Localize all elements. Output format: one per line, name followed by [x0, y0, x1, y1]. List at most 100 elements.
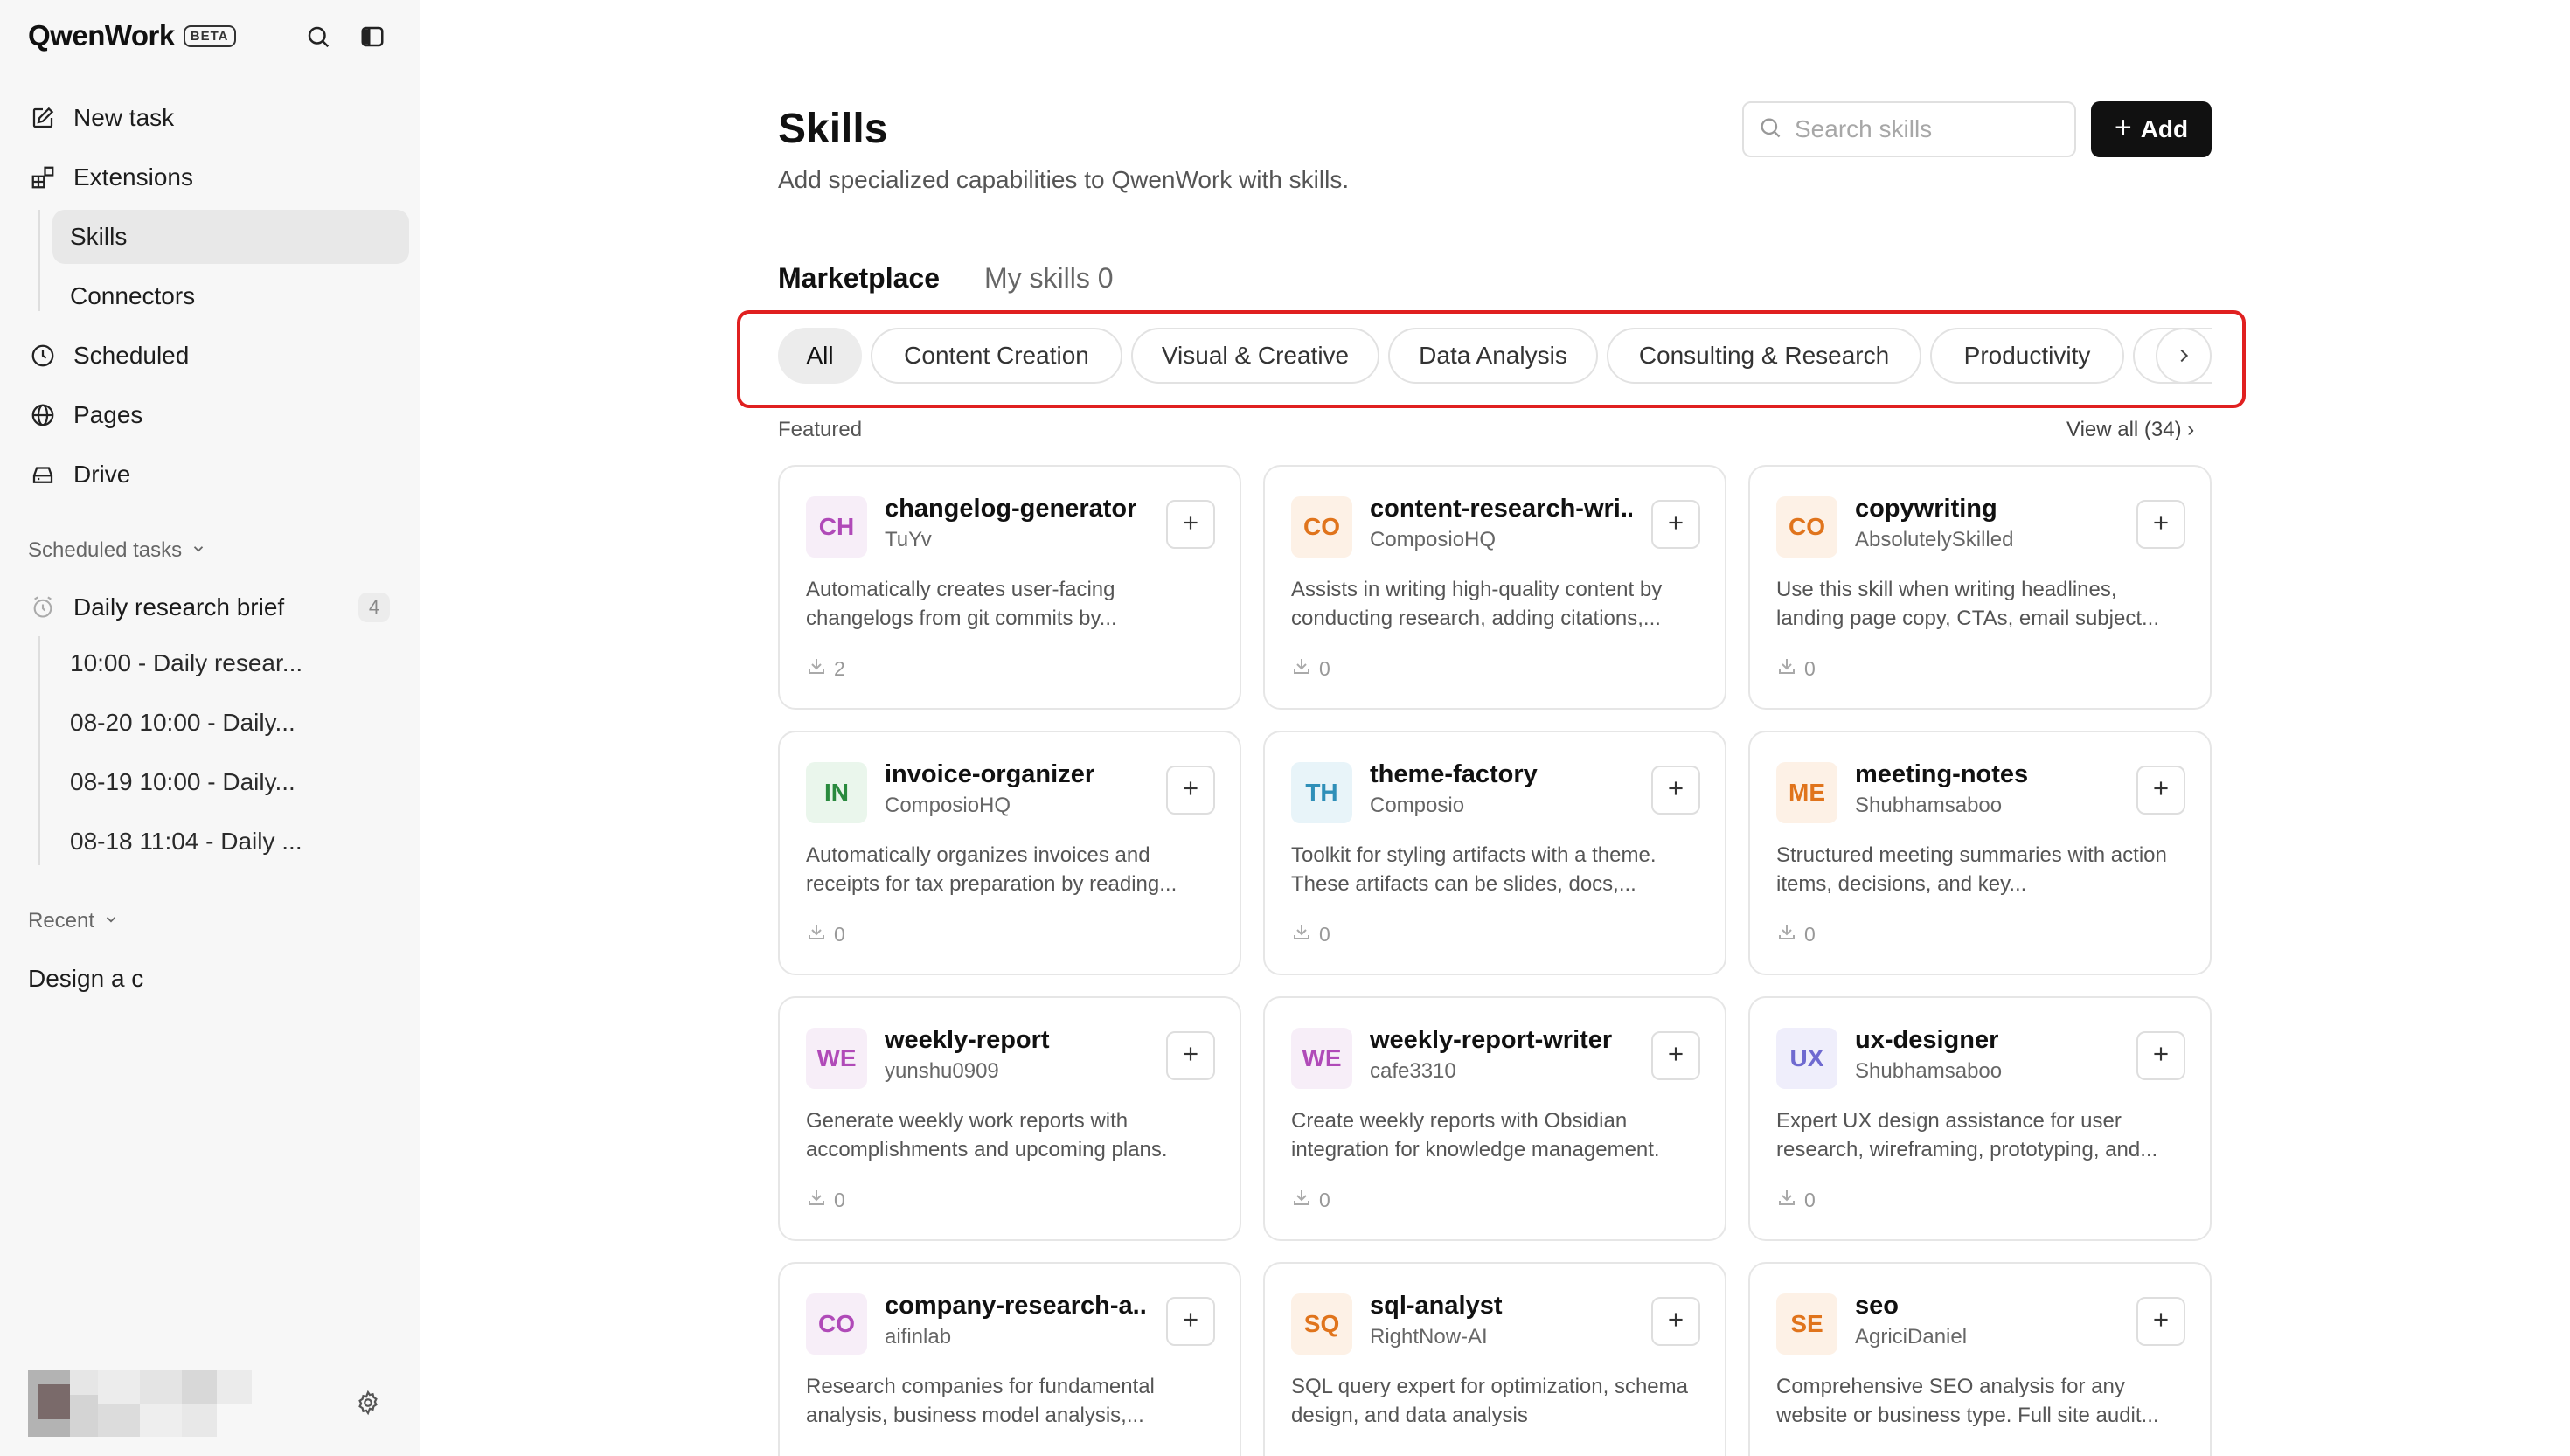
- skill-author: yunshu0909: [885, 1059, 999, 1083]
- download-count: 0: [1776, 921, 1816, 947]
- app-logo: QwenWork: [28, 19, 175, 52]
- sidebar-item-skills[interactable]: Skills: [52, 210, 409, 264]
- avatar[interactable]: [28, 1370, 252, 1437]
- sidebar-item-scheduled[interactable]: Scheduled: [16, 329, 409, 383]
- skill-card[interactable]: WE weekly-report yunshu0909 Generate weekly…: [778, 996, 1241, 1241]
- skill-badge: ME: [1776, 762, 1837, 823]
- download-count-value: 0: [1804, 1188, 1816, 1211]
- skill-author: ComposioHQ: [1370, 528, 1497, 551]
- skill-badge: WE: [806, 1028, 867, 1089]
- download-icon: [1291, 1453, 1319, 1456]
- skill-card[interactable]: TH theme-factory Composio Toolkit for styli…: [1263, 731, 1726, 975]
- skill-card[interactable]: UX ux-designer Shubhamsaboo Expert UX desig…: [1748, 996, 2212, 1241]
- skill-card[interactable]: SQ sql-analyst RightNow-AI SQL query expert…: [1263, 1262, 1726, 1456]
- sidebar-item-new-task[interactable]: New task: [16, 91, 409, 145]
- filter-chip-content-creation[interactable]: Content Creation: [871, 328, 1122, 384]
- skill-description: Expert UX design assistance for user res…: [1776, 1109, 2158, 1161]
- skill-card[interactable]: SE seo AgriciDaniel Comprehensive SEO analy…: [1748, 1262, 2212, 1456]
- tab-marketplace[interactable]: Marketplace: [778, 262, 940, 295]
- add-skill-icon-button[interactable]: [2136, 1031, 2185, 1080]
- recent-item[interactable]: Design a c: [28, 965, 143, 993]
- view-all-link[interactable]: View all (34) ›: [2066, 418, 2194, 442]
- sidebar-item-label: Pages: [73, 401, 143, 428]
- app-window: QwenWork BETA New task Extensions Skills…: [0, 0, 2570, 1456]
- brand: QwenWork BETA: [28, 19, 236, 52]
- skill-badge: CH: [806, 496, 867, 558]
- skill-author: Composio: [1370, 794, 1465, 817]
- download-icon: [806, 1187, 834, 1213]
- download-count: 0: [806, 1187, 845, 1213]
- sidebar: QwenWork BETA New task Extensions Skills…: [0, 0, 420, 1456]
- download-count: 0: [1776, 1187, 1816, 1213]
- sidebar-item-connectors[interactable]: Connectors: [52, 269, 409, 323]
- skill-author: Shubhamsaboo: [1855, 1059, 2003, 1083]
- page-title: Skills: [778, 106, 888, 152]
- skill-name: sql-analyst: [1370, 1292, 1503, 1320]
- filter-chip-visual-creative[interactable]: Visual & Creative: [1131, 328, 1379, 384]
- skill-card[interactable]: CO company-research-a... aifinlab Research …: [778, 1262, 1241, 1456]
- add-skill-icon-button[interactable]: [2136, 766, 2185, 815]
- add-skill-icon-button[interactable]: [1166, 1031, 1215, 1080]
- skill-card[interactable]: WE weekly-report-writer cafe3310 Create wee…: [1263, 996, 1726, 1241]
- gear-icon[interactable]: [350, 1384, 386, 1421]
- scheduled-task-item[interactable]: Daily research brief 4: [16, 580, 409, 634]
- skill-name: content-research-wri...: [1370, 495, 1632, 523]
- recent-header[interactable]: Recent: [28, 909, 119, 933]
- skill-description: Comprehensive SEO analysis for any websi…: [1776, 1375, 2159, 1427]
- scheduled-run-item[interactable]: 08-19 10:00 - Daily...: [52, 755, 402, 809]
- skill-card[interactable]: IN invoice-organizer ComposioHQ Automatical…: [778, 731, 1241, 975]
- plus-icon: [1664, 511, 1687, 538]
- sidebar-item-drive[interactable]: Drive: [16, 447, 409, 502]
- filter-chip-consulting-research[interactable]: Consulting & Research: [1607, 328, 1921, 384]
- filter-chip-productivity[interactable]: Productivity: [1930, 328, 2124, 384]
- clock-icon: [28, 341, 58, 371]
- add-skill-icon-button[interactable]: [2136, 500, 2185, 549]
- chevron-down-icon: [103, 909, 119, 933]
- scheduled-tasks-header[interactable]: Scheduled tasks: [28, 538, 206, 563]
- download-count: 0: [1776, 655, 1816, 682]
- skill-badge: CO: [1776, 496, 1837, 558]
- skill-card[interactable]: CO copywriting AbsolutelySkilled Use this s…: [1748, 465, 2212, 710]
- add-skill-icon-button[interactable]: [1166, 1297, 1215, 1346]
- skill-description: Toolkit for styling artifacts with a the…: [1291, 843, 1657, 896]
- add-skill-icon-button[interactable]: [1651, 766, 1700, 815]
- download-count-value: 0: [834, 1188, 845, 1211]
- download-icon: [806, 655, 834, 682]
- tree-line: [38, 636, 40, 865]
- tab-my-skills[interactable]: My skills 0: [984, 262, 1114, 295]
- skill-description: Assists in writing high-quality content …: [1291, 578, 1663, 630]
- skill-name: theme-factory: [1370, 760, 1538, 788]
- sidebar-item-extensions[interactable]: Extensions: [16, 150, 409, 205]
- skill-badge: UX: [1776, 1028, 1837, 1089]
- add-skill-icon-button[interactable]: [1166, 500, 1215, 549]
- filter-chip-all[interactable]: All: [778, 328, 862, 384]
- skill-card[interactable]: CO content-research-wri... ComposioHQ Assis…: [1263, 465, 1726, 710]
- skill-card[interactable]: CH changelog-generator TuYv Automatically c…: [778, 465, 1241, 710]
- sidebar-toggle-icon[interactable]: [355, 19, 390, 54]
- plus-icon: [1179, 1308, 1202, 1335]
- add-skill-icon-button[interactable]: [1651, 500, 1700, 549]
- add-skill-icon-button[interactable]: [1651, 1031, 1700, 1080]
- filter-chip-data-analysis[interactable]: Data Analysis: [1388, 328, 1598, 384]
- download-icon: [806, 921, 834, 947]
- add-skill-button[interactable]: + Add: [2091, 101, 2212, 157]
- sidebar-item-pages[interactable]: Pages: [16, 388, 409, 442]
- download-count: 0: [1291, 1453, 1330, 1456]
- search-field[interactable]: [1742, 101, 2076, 157]
- alarm-icon: [28, 593, 58, 622]
- search-icon[interactable]: [301, 19, 336, 54]
- skill-card[interactable]: ME meeting-notes Shubhamsaboo Structured me…: [1748, 731, 2212, 975]
- add-skill-icon-button[interactable]: [2136, 1297, 2185, 1346]
- skill-name: weekly-report: [885, 1026, 1050, 1054]
- chevron-right-icon[interactable]: [2156, 328, 2212, 384]
- scheduled-run-item[interactable]: 08-18 11:04 - Daily ...: [52, 815, 402, 869]
- plus-icon: [1664, 1308, 1687, 1335]
- add-skill-icon-button[interactable]: [1651, 1297, 1700, 1346]
- add-skill-icon-button[interactable]: [1166, 766, 1215, 815]
- sidebar-item-label: Drive: [73, 461, 131, 488]
- scheduled-run-item[interactable]: 08-20 10:00 - Daily...: [52, 696, 402, 750]
- scheduled-run-item[interactable]: 10:00 - Daily resear...: [52, 636, 402, 690]
- search-input[interactable]: [1795, 115, 2057, 143]
- skill-author: RightNow-AI: [1370, 1325, 1488, 1349]
- download-count: 0: [1291, 1187, 1330, 1213]
